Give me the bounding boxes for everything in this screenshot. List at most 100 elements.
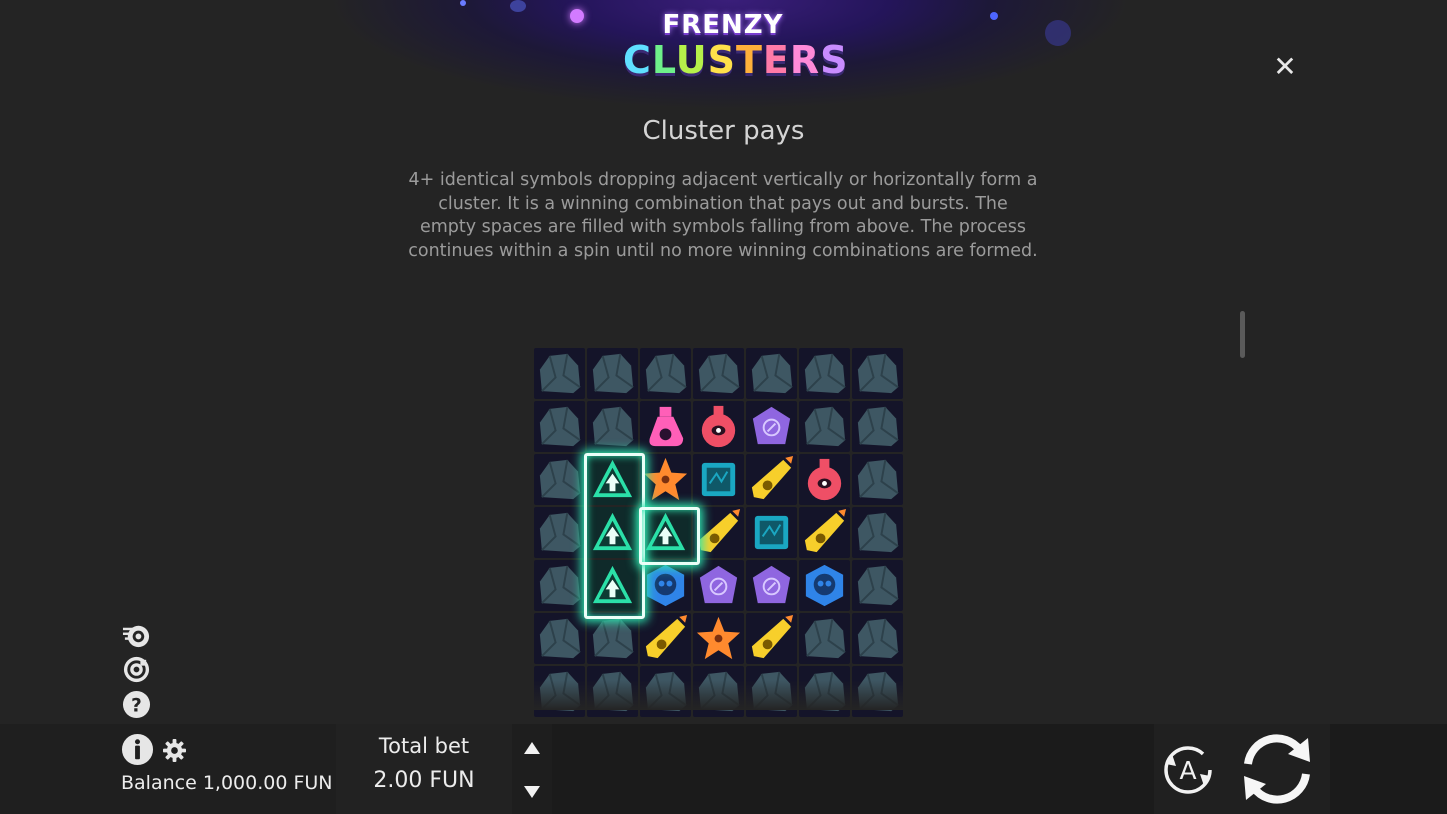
logo-letter: L bbox=[651, 38, 676, 82]
potion-pink-symbol-icon bbox=[649, 406, 684, 447]
grid-cell-triangle-green bbox=[587, 560, 638, 611]
logo-letter: S bbox=[820, 38, 849, 82]
grid-cell-rock bbox=[852, 613, 903, 664]
tablet-teal-symbol-icon bbox=[701, 462, 736, 497]
grid-cell-rock bbox=[852, 560, 903, 611]
triangle-green-symbol-icon bbox=[592, 459, 633, 498]
skull-blue-symbol-icon bbox=[646, 564, 685, 607]
grid-cell-rock bbox=[587, 401, 638, 452]
rock-symbol-icon bbox=[539, 406, 581, 447]
logo-letter: U bbox=[675, 38, 708, 82]
rock-symbol-icon bbox=[698, 353, 740, 394]
autoplay-letter: A bbox=[1179, 756, 1196, 785]
sparkle bbox=[570, 9, 584, 23]
grid-cell-rock bbox=[799, 401, 850, 452]
balance-display: Balance 1,000.00 FUN bbox=[121, 772, 333, 794]
grid-cell-carrot-yellow bbox=[746, 454, 797, 505]
grid-cell-triangle-green bbox=[587, 507, 638, 558]
rock-symbol-icon bbox=[804, 353, 846, 394]
rock-symbol-icon bbox=[539, 459, 581, 500]
rock-symbol-icon bbox=[804, 618, 846, 659]
autoplay-icon[interactable]: A bbox=[1160, 742, 1216, 798]
sparkle bbox=[460, 0, 466, 6]
triangle-down-icon[interactable] bbox=[521, 783, 543, 801]
symbol-grid bbox=[534, 348, 905, 717]
autoplay-settings-icon[interactable] bbox=[122, 655, 151, 684]
grid-cell-carrot-yellow bbox=[799, 507, 850, 558]
scrollbar[interactable] bbox=[1240, 311, 1245, 358]
sparkle bbox=[1045, 20, 1071, 46]
potion-red-symbol-icon bbox=[701, 405, 736, 448]
grid-cell-carrot-yellow bbox=[693, 507, 744, 558]
logo-letter: T bbox=[735, 38, 763, 82]
bottom-bar-left bbox=[0, 724, 336, 814]
help-icon[interactable]: ? bbox=[122, 690, 151, 719]
grid-cell-star-orange bbox=[693, 613, 744, 664]
rock-symbol-icon bbox=[857, 406, 899, 447]
rock-symbol-icon bbox=[539, 353, 581, 394]
rock-symbol-icon bbox=[751, 353, 793, 394]
rock-symbol-icon bbox=[857, 353, 899, 394]
grid-cell-rock bbox=[746, 348, 797, 399]
carrot-yellow-symbol-icon bbox=[751, 455, 794, 500]
grid-cell-potion-red bbox=[799, 454, 850, 505]
grid-cell-rock bbox=[534, 507, 585, 558]
star-orange-symbol-icon bbox=[643, 457, 688, 501]
carrot-yellow-symbol-icon bbox=[645, 614, 688, 659]
triangle-up-icon[interactable] bbox=[521, 739, 543, 757]
rock-symbol-icon bbox=[539, 618, 581, 659]
page-description: 4+ identical symbols dropping adjacent v… bbox=[408, 170, 1038, 261]
triangle-green-symbol-icon bbox=[592, 512, 633, 551]
grid-cell-star-orange bbox=[640, 454, 691, 505]
grid-cell-rock bbox=[852, 454, 903, 505]
spin-icon[interactable] bbox=[1236, 730, 1318, 808]
rock-symbol-icon bbox=[592, 406, 634, 447]
total-bet-value: 2.00 FUN bbox=[373, 768, 475, 793]
grid-cell-carrot-yellow bbox=[640, 613, 691, 664]
sparkle bbox=[990, 12, 998, 20]
logo-letter: E bbox=[762, 38, 790, 82]
close-icon[interactable]: ✕ bbox=[1270, 52, 1300, 82]
grid-cell-gem-purple bbox=[746, 560, 797, 611]
grid-cell-rock bbox=[534, 613, 585, 664]
grid-cell-potion-red bbox=[693, 401, 744, 452]
grid-cell-rock bbox=[534, 348, 585, 399]
gem-purple-symbol-icon bbox=[699, 565, 738, 604]
rock-symbol-icon bbox=[857, 512, 899, 553]
sparkle bbox=[510, 0, 526, 12]
game-logo: FRENZY CLUSTERS bbox=[623, 10, 848, 82]
grid-cell-skull-blue bbox=[640, 560, 691, 611]
grid-cell-rock bbox=[852, 348, 903, 399]
grid-cell-rock bbox=[799, 613, 850, 664]
page-title: Cluster pays bbox=[642, 116, 805, 146]
grid-cell-rock bbox=[587, 613, 638, 664]
carrot-yellow-symbol-icon bbox=[698, 508, 741, 553]
grid-cell-skull-blue bbox=[799, 560, 850, 611]
triangle-green-symbol-icon bbox=[645, 512, 686, 551]
rock-symbol-icon bbox=[857, 565, 899, 606]
star-orange-symbol-icon bbox=[696, 616, 741, 660]
gem-purple-symbol-icon bbox=[752, 565, 791, 604]
grid-cell-tablet-teal bbox=[693, 454, 744, 505]
rock-symbol-icon bbox=[804, 406, 846, 447]
grid-cell-rock bbox=[693, 348, 744, 399]
rock-symbol-icon bbox=[539, 512, 581, 553]
logo-letter: R bbox=[789, 38, 821, 82]
gear-icon[interactable] bbox=[163, 739, 186, 762]
grid-cell-gem-purple bbox=[746, 401, 797, 452]
rock-symbol-icon bbox=[857, 618, 899, 659]
info-icon[interactable] bbox=[121, 733, 154, 766]
rock-symbol-icon bbox=[592, 353, 634, 394]
grid-cell-rock bbox=[799, 348, 850, 399]
grid-cell-carrot-yellow bbox=[746, 613, 797, 664]
grid-fade bbox=[530, 680, 910, 710]
rock-symbol-icon bbox=[592, 618, 634, 659]
carrot-yellow-symbol-icon bbox=[804, 508, 847, 553]
turbo-icon[interactable] bbox=[122, 620, 151, 649]
rock-symbol-icon bbox=[539, 565, 581, 606]
grid-cell-rock bbox=[587, 348, 638, 399]
carrot-yellow-symbol-icon bbox=[751, 614, 794, 659]
grid-cell-tablet-teal bbox=[746, 507, 797, 558]
grid-cell-rock bbox=[640, 348, 691, 399]
rock-symbol-icon bbox=[645, 353, 687, 394]
